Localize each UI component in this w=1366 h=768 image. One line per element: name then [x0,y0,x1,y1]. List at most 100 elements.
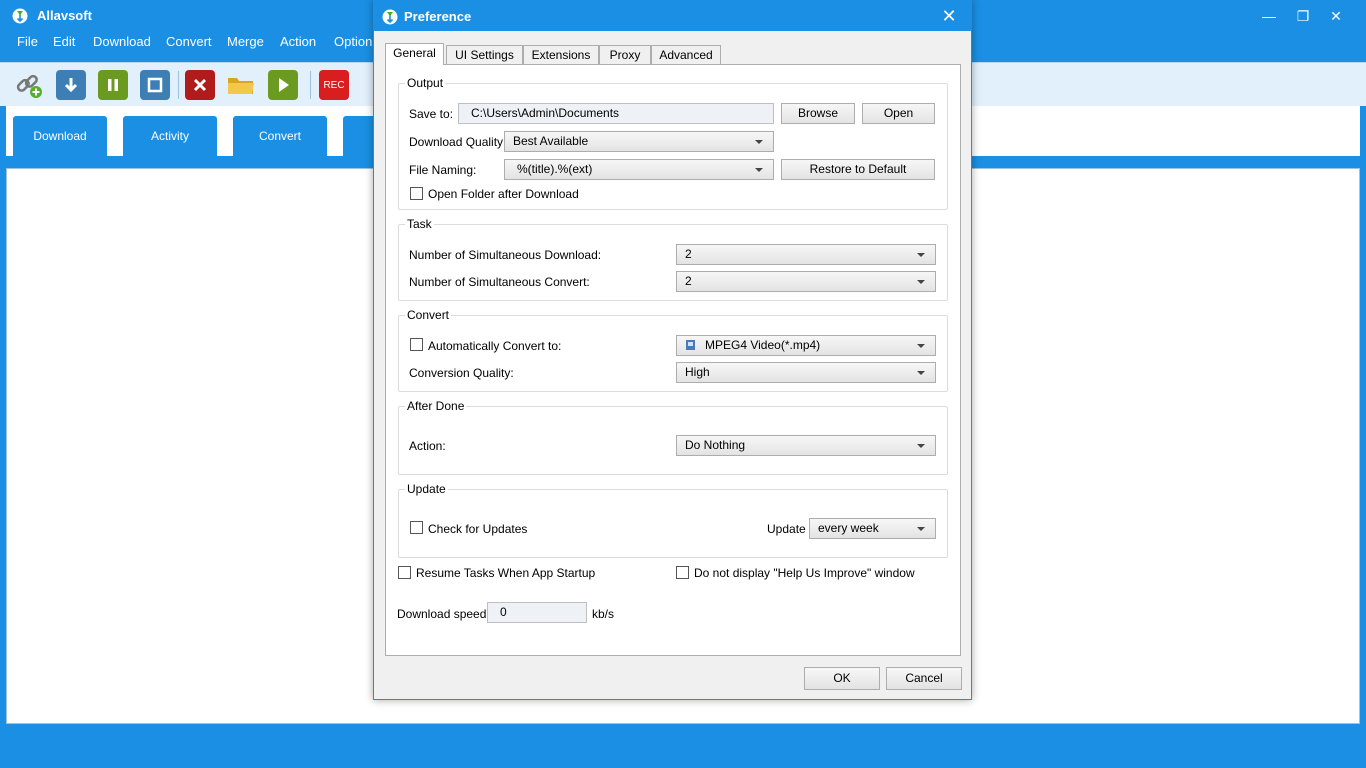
chevron-down-icon [917,280,925,284]
after-done-group-label: After Done [405,399,467,413]
close-button[interactable]: ✕ [1321,4,1351,28]
video-file-icon [686,340,695,350]
download-quality-label: Download Quality: [409,135,507,149]
output-group-label: Output [405,76,446,90]
tab-general[interactable]: General [385,43,444,65]
action-value: Do Nothing [685,438,746,452]
delete-button[interactable] [185,70,215,100]
update-frequency-select[interactable]: every week [809,518,936,539]
check-updates-label: Check for Updates [428,522,528,536]
allavsoft-logo-icon [12,8,28,24]
sim-convert-select[interactable]: 2 [676,271,936,292]
resume-tasks-label: Resume Tasks When App Startup [416,566,596,580]
statusbar [0,728,1366,768]
help-improve-label: Do not display "Help Us Improve" window [694,566,915,580]
task-group: Task Number of Simultaneous Download: 2 … [398,217,948,301]
pause-icon [108,79,118,91]
chevron-down-icon [917,253,925,257]
toolbar-separator [178,71,179,99]
download-speed-field[interactable]: 0 [487,602,587,623]
convert-format-value: MPEG4 Video(*.mp4) [705,338,821,352]
sim-convert-label: Number of Simultaneous Convert: [409,275,590,289]
action-select[interactable]: Do Nothing [676,435,936,456]
dialog-title: Preference [404,9,472,24]
chevron-down-icon [917,444,925,448]
folder-icon [228,78,254,94]
file-naming-label: File Naming: [409,163,477,177]
menu-action[interactable]: Action [280,34,316,49]
open-folder-label: Open Folder after Download [428,187,579,201]
download-quality-value: Best Available [513,134,589,148]
restore-default-button[interactable]: Restore to Default [781,159,935,180]
tab-advanced[interactable]: Advanced [651,45,721,65]
stop-button[interactable] [140,70,170,100]
update-group-label: Update [405,482,448,496]
chevron-down-icon [755,168,763,172]
conversion-quality-value: High [685,365,710,379]
conversion-quality-label: Conversion Quality: [409,366,514,380]
add-link-button[interactable] [14,70,44,100]
menu-download[interactable]: Download [93,34,151,49]
tab-proxy[interactable]: Proxy [599,45,651,65]
menu-option[interactable]: Option [334,34,372,49]
convert-group: Convert Automatically Convert to: MPEG4 … [398,308,948,392]
task-group-label: Task [405,217,434,231]
file-naming-value: %(title).%(ext) [517,162,593,176]
resume-tasks-checkbox[interactable] [398,566,411,579]
stop-icon [147,77,163,93]
update-group: Update Check for Updates Update every we… [398,482,948,558]
help-improve-checkbox[interactable] [676,566,689,579]
after-done-group: After Done Action: Do Nothing [398,399,948,475]
output-group: Output Save to: C:\Users\Admin\Documents… [398,76,948,210]
menu-merge[interactable]: Merge [227,34,264,49]
dialog-close-button[interactable]: ✕ [937,4,961,28]
delete-x-icon [193,78,207,92]
preference-dialog: Preference ✕ General UI Settings Extensi… [373,0,972,700]
browse-button[interactable]: Browse [781,103,855,124]
menu-file[interactable]: File [17,34,38,49]
update-frequency-value: every week [818,521,879,535]
app-title: Allavsoft [37,8,92,23]
tab-ui-settings[interactable]: UI Settings [446,45,523,65]
open-folder-button[interactable] [226,70,256,100]
auto-convert-label: Automatically Convert to: [428,339,562,353]
menu-edit[interactable]: Edit [53,34,75,49]
tab-extensions[interactable]: Extensions [523,45,599,65]
play-icon [279,78,289,92]
ok-button[interactable]: OK [804,667,880,690]
play-button[interactable] [268,70,298,100]
rec-icon: REC [323,79,345,91]
link-add-icon [16,74,42,98]
main-tab-download[interactable]: Download [13,116,107,156]
chevron-down-icon [917,371,925,375]
convert-format-select[interactable]: MPEG4 Video(*.mp4) [676,335,936,356]
conversion-quality-select[interactable]: High [676,362,936,383]
minimize-button[interactable]: — [1254,4,1284,28]
download-speed-unit: kb/s [592,607,615,621]
auto-convert-checkbox[interactable] [410,338,423,351]
open-button[interactable]: Open [862,103,935,124]
check-updates-checkbox[interactable] [410,521,423,534]
main-tab-convert[interactable]: Convert [233,116,327,156]
sim-convert-value: 2 [685,274,692,288]
toolbar-separator [310,71,311,99]
main-tab-activity[interactable]: Activity [123,116,217,156]
pause-button[interactable] [98,70,128,100]
cancel-button[interactable]: Cancel [886,667,962,690]
download-quality-select[interactable]: Best Available [504,131,774,152]
sim-download-label: Number of Simultaneous Download: [409,248,602,262]
action-label: Action: [409,439,446,453]
record-button[interactable]: REC [319,70,349,100]
menu-convert[interactable]: Convert [166,34,212,49]
download-button[interactable] [56,70,86,100]
file-naming-select[interactable]: %(title).%(ext) [504,159,774,180]
sim-download-select[interactable]: 2 [676,244,936,265]
save-to-field[interactable]: C:\Users\Admin\Documents [458,103,774,124]
download-speed-label: Download speed: [397,607,490,621]
convert-group-label: Convert [405,308,452,322]
dialog-titlebar: Preference ✕ [374,1,971,31]
chevron-down-icon [755,140,763,144]
maximize-button[interactable]: ❐ [1288,4,1318,28]
open-folder-checkbox[interactable] [410,187,423,200]
download-arrow-icon [64,78,78,93]
